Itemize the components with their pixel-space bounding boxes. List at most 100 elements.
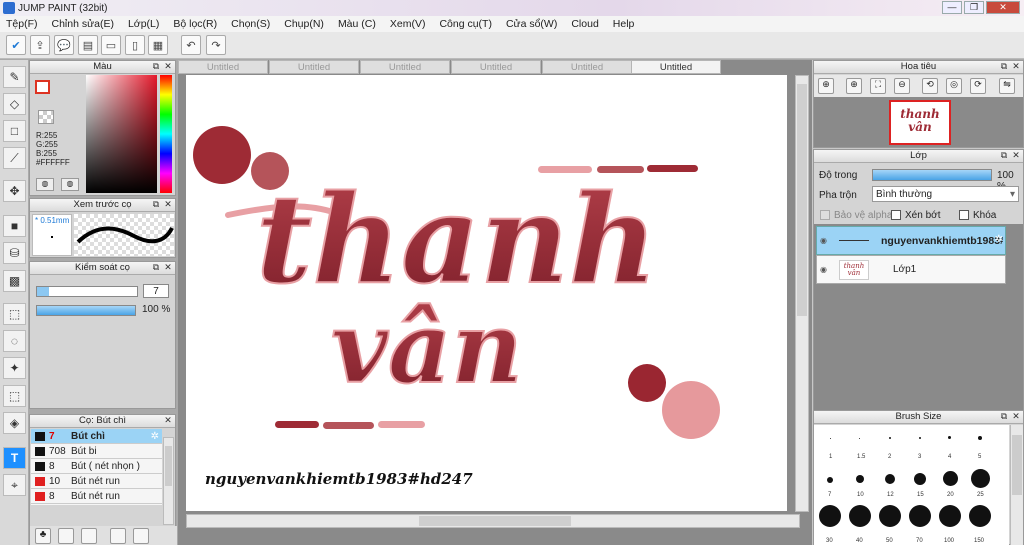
menu-layer[interactable]: Lớp(L) [128, 18, 159, 30]
panel-close-icon[interactable]: ✕ [163, 263, 173, 273]
popout-icon[interactable]: ⧉ [151, 62, 161, 72]
brush-size-dot[interactable] [971, 469, 990, 488]
brush-size-dot[interactable] [943, 471, 958, 486]
operation-tool-icon[interactable]: ⌖ [3, 474, 26, 496]
layer-item[interactable]: ◉ nguyenvankhiemtb1983# ✲ [816, 226, 1006, 255]
brush-size-slider[interactable] [36, 286, 138, 297]
brush-item[interactable]: 708 Bút bi [31, 444, 162, 459]
canvas-vertical-scrollbar[interactable] [795, 75, 809, 512]
popout-icon[interactable]: ⧉ [999, 151, 1009, 161]
protect-alpha-checkbox[interactable] [820, 210, 830, 220]
minimize-button[interactable]: — [942, 1, 962, 14]
gradient-tool-icon[interactable]: ▩ [3, 270, 26, 292]
brush-size-dot[interactable] [889, 437, 891, 439]
comment-icon[interactable]: ▤ [78, 35, 98, 55]
menu-view[interactable]: Xem(V) [390, 18, 426, 30]
menu-capture[interactable]: Chụp(N) [284, 18, 324, 30]
tab-untitled-2[interactable]: Untitled [269, 60, 359, 74]
magic-wand-icon[interactable]: ✦ [3, 357, 26, 379]
brush-settings-icon[interactable] [110, 528, 126, 544]
undo-icon[interactable]: ↶ [181, 35, 201, 55]
foreground-color-swatch[interactable] [35, 80, 50, 94]
brush-size-dot[interactable] [948, 436, 951, 439]
check-icon[interactable]: ✔ [6, 35, 26, 55]
brush-size-dot[interactable] [849, 505, 871, 527]
panel-close-icon[interactable]: ✕ [1011, 412, 1021, 422]
rotate-right-icon[interactable]: ⟳ [970, 78, 986, 94]
brush-size-dot[interactable] [969, 505, 991, 527]
brush-size-dot[interactable] [909, 505, 931, 527]
brush-list-scrollbar[interactable] [163, 437, 174, 525]
rotate-reset-icon[interactable]: ◎ [946, 78, 962, 94]
zoom-in-icon[interactable]: ⊕ [846, 78, 862, 94]
popout-icon[interactable]: ⧉ [151, 263, 161, 273]
tab-untitled-3[interactable]: Untitled [360, 60, 450, 74]
brush-size-dot[interactable] [919, 437, 921, 439]
new-brush-icon[interactable] [58, 528, 74, 544]
panel-close-icon[interactable]: ✕ [163, 200, 173, 210]
zoom-reset-icon[interactable]: ⊕ [818, 78, 834, 94]
canvas-paper[interactable]: thanh vân nguyenvankhiemtb1983#hd247 [186, 75, 787, 511]
menu-color[interactable]: Màu (C) [338, 18, 376, 30]
brush-size-dot[interactable] [859, 438, 860, 439]
duplicate-brush-icon[interactable] [81, 528, 97, 544]
blend-mode-select[interactable]: Bình thường ▾ [872, 186, 1019, 202]
document-icon[interactable]: ▯ [125, 35, 145, 55]
panel-close-icon[interactable]: ✕ [163, 62, 173, 72]
lasso-select-icon[interactable]: ◌ [3, 330, 26, 352]
brush-size-scrollbar[interactable] [1010, 425, 1023, 545]
layer-opacity-slider[interactable] [872, 169, 992, 181]
transparent-swatch[interactable] [38, 110, 54, 124]
fit-icon[interactable]: ⛶ [870, 78, 886, 94]
rectangle-tool-icon[interactable]: □ [3, 120, 26, 142]
bucket-tool-icon[interactable]: ⛁ [3, 242, 26, 264]
brush-size-dot[interactable] [819, 505, 841, 527]
brush-item[interactable]: 10 Bút nét run [31, 474, 162, 489]
line-tool-icon[interactable]: ⟋ [3, 147, 26, 169]
menu-edit[interactable]: Chỉnh sửa(E) [52, 18, 114, 30]
move-tool-icon[interactable]: ✥ [3, 180, 26, 202]
gear-icon[interactable]: ✲ [151, 429, 159, 444]
zoom-out-icon[interactable]: ⊖ [894, 78, 910, 94]
brush-item[interactable]: 7 Bút chì ✲ [31, 429, 162, 444]
tab-untitled-4[interactable]: Untitled [451, 60, 541, 74]
clip-checkbox[interactable] [891, 210, 901, 220]
saturation-value-picker[interactable] [86, 75, 157, 193]
tab-untitled-6[interactable]: Untitled [631, 60, 721, 74]
brush-size-dot[interactable] [885, 474, 895, 484]
brush-size-dot[interactable] [939, 505, 961, 527]
navigator-thumbnail[interactable]: thanh vân [889, 100, 951, 145]
popout-icon[interactable]: ⧉ [151, 200, 161, 210]
tree-icon[interactable]: ♣ [35, 528, 51, 544]
fill-rect-tool-icon[interactable]: ■ [3, 215, 26, 237]
gear-icon[interactable]: ✲ [995, 234, 1003, 245]
close-button[interactable]: ✕ [986, 1, 1020, 14]
export-icon[interactable]: ⇪ [30, 35, 50, 55]
rect-select-icon[interactable]: ⬚ [3, 303, 26, 325]
popout-icon[interactable]: ⧉ [999, 412, 1009, 422]
panel-close-icon[interactable]: ✕ [163, 416, 173, 426]
brush-item[interactable]: 8 Bút nét run [31, 489, 162, 504]
maximize-button[interactable]: ❐ [964, 1, 984, 14]
tab-untitled-1[interactable]: Untitled [178, 60, 268, 74]
palette-icon[interactable]: ◍ [36, 178, 54, 191]
brush-opacity-slider[interactable] [36, 305, 136, 316]
brush-tool-icon[interactable]: ✎ [3, 66, 26, 88]
hue-slider[interactable] [160, 75, 172, 193]
picker-icon[interactable]: ◍ [61, 178, 79, 191]
lock-checkbox[interactable] [959, 210, 969, 220]
select-pen-icon[interactable]: ⬚ [3, 385, 26, 407]
brush-size-value[interactable]: 7 [143, 284, 169, 298]
panel-close-icon[interactable]: ✕ [1011, 151, 1021, 161]
menu-select[interactable]: Chọn(S) [231, 18, 270, 30]
tab-untitled-5[interactable]: Untitled [542, 60, 632, 74]
grid-icon[interactable]: ▦ [148, 35, 168, 55]
menu-help[interactable]: Help [613, 18, 635, 30]
menu-filter[interactable]: Bộ lọc(R) [173, 18, 217, 30]
brush-size-dot[interactable] [856, 475, 864, 483]
menu-tools[interactable]: Công cụ(T) [439, 18, 492, 30]
brush-size-dot[interactable] [830, 438, 831, 439]
text-tool-icon[interactable]: T [3, 447, 26, 469]
folder-icon[interactable] [133, 528, 149, 544]
menu-cloud[interactable]: Cloud [571, 18, 598, 30]
